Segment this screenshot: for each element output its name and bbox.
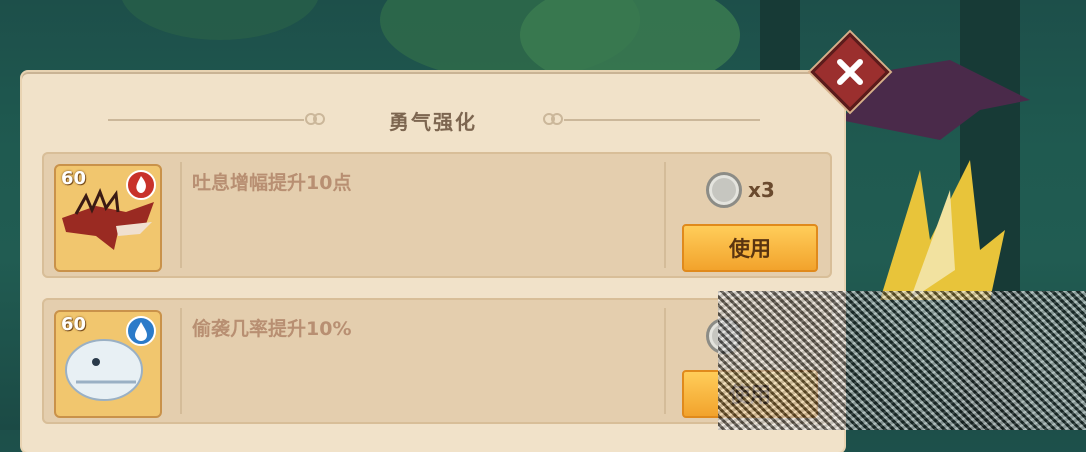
fire-icon xyxy=(126,170,156,200)
upgrade-item: 60 吐息增幅提升10点 x3 使用 xyxy=(42,152,832,278)
yellow-wing xyxy=(880,160,1005,300)
obscured-area xyxy=(718,291,1086,430)
level-badge: 60 xyxy=(61,314,87,335)
item-description: 吐息增幅提升10点 xyxy=(192,172,352,194)
cost-amount: x3 xyxy=(748,178,775,202)
use-button[interactable]: 使用 xyxy=(682,224,818,272)
water-drop-icon xyxy=(126,316,156,346)
silver-coin-icon xyxy=(706,172,742,208)
ornament-line-right xyxy=(564,119,760,121)
upgrade-item: 60 偷袭几率提升10% 使用 xyxy=(42,298,832,424)
panel-header: 勇气强化 xyxy=(22,72,844,152)
close-x-icon[interactable] xyxy=(822,44,878,100)
level-badge: 60 xyxy=(61,168,87,189)
dragon-portrait: 60 xyxy=(54,310,162,418)
item-description: 偷袭几率提升10% xyxy=(192,318,352,340)
ornament-knot-right xyxy=(543,113,563,125)
item-cost: x3 xyxy=(706,172,775,208)
dragon-portrait: 60 xyxy=(54,164,162,272)
